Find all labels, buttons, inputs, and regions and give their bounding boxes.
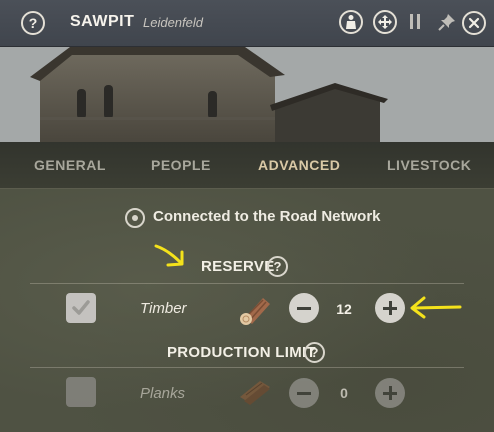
- question-icon: ?: [28, 15, 38, 31]
- reserve-help-icon[interactable]: ?: [267, 256, 288, 277]
- arrow-annotation-icon-2: [410, 296, 462, 319]
- arrow-annotation-icon: [154, 244, 184, 267]
- road-network-status: Connected to the Road Network: [153, 208, 381, 225]
- planks-increase-button[interactable]: [375, 378, 405, 408]
- production-limit-title: PRODUCTION LIMIT: [167, 344, 316, 361]
- production-limit-help-icon[interactable]: ?: [304, 342, 325, 363]
- timber-increase-button[interactable]: [375, 293, 405, 323]
- planks-checkbox[interactable]: [66, 377, 96, 407]
- pin-icon[interactable]: [437, 12, 457, 32]
- worker-icon: [346, 15, 356, 29]
- minus-icon: [297, 306, 311, 310]
- planks-icon: [240, 381, 270, 405]
- planks-label: Planks: [140, 385, 186, 402]
- close-icon: [468, 17, 480, 29]
- divider-2: [30, 367, 464, 368]
- tab-advanced[interactable]: ADVANCED: [258, 157, 340, 173]
- divider: [30, 283, 464, 284]
- reserve-title: RESERVE: [201, 258, 275, 275]
- tab-livestock[interactable]: LIVESTOCK: [387, 157, 471, 173]
- move-button[interactable]: [373, 10, 397, 34]
- worker-button[interactable]: [339, 10, 363, 34]
- timber-checkbox[interactable]: [66, 293, 96, 323]
- timber-quantity: 12: [336, 301, 352, 317]
- close-button[interactable]: [462, 11, 486, 35]
- pause-icon[interactable]: [409, 14, 421, 30]
- planks-decrease-button[interactable]: [289, 378, 319, 408]
- log-icon: [240, 298, 270, 325]
- timber-decrease-button[interactable]: [289, 293, 319, 323]
- minus-icon: [297, 391, 311, 395]
- tab-general[interactable]: GENERAL: [34, 157, 106, 173]
- settlement-name: Leidenfeld: [143, 15, 203, 30]
- timber-label: Timber: [140, 300, 187, 317]
- help-button[interactable]: ?: [21, 11, 45, 35]
- move-icon: [378, 15, 392, 29]
- tab-people[interactable]: PEOPLE: [151, 157, 211, 173]
- building-picture: [0, 47, 494, 142]
- road-network-icon: [125, 208, 145, 228]
- title-bar: ? SAWPIT Leidenfeld: [0, 0, 494, 47]
- planks-quantity: 0: [340, 385, 348, 401]
- building-title: SAWPIT: [70, 13, 135, 30]
- tab-bar: GENERAL PEOPLE ADVANCED LIVESTOCK: [0, 142, 494, 189]
